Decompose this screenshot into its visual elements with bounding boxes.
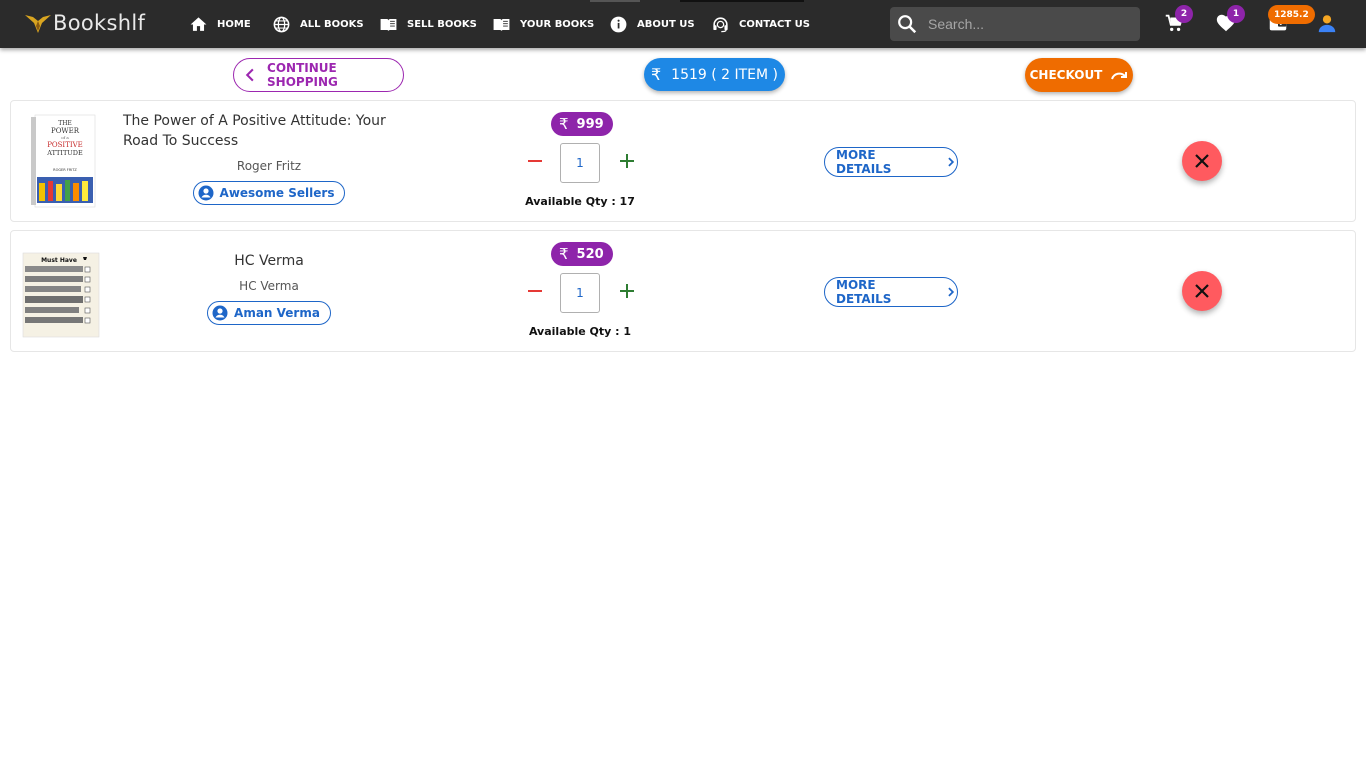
cover-text: Must Have — [41, 257, 77, 264]
remove-item-button[interactable] — [1182, 271, 1222, 311]
book-cover-image[interactable]: Must Have — [21, 241, 101, 341]
nav-divider — [590, 0, 640, 2]
top-navbar: Bookshlf HOME ALL BOOKS SELL BOOKS YOUR … — [0, 0, 1366, 48]
quantity-input[interactable] — [560, 143, 600, 183]
nav-sell-books[interactable]: SELL BOOKS — [379, 14, 477, 34]
nav-divider — [680, 0, 804, 2]
chevron-right-icon — [948, 157, 955, 167]
book-open-icon — [380, 18, 397, 31]
close-icon — [1195, 154, 1209, 168]
cart-item: THE POWER of a POSITIVE ATTITUDE ROGER F… — [10, 100, 1356, 222]
cover-text: ATTITUDE — [46, 149, 83, 157]
nav-your-books-label: YOUR BOOKS — [520, 18, 595, 30]
book-title[interactable]: HC Verma — [123, 251, 415, 271]
close-icon — [1195, 284, 1209, 298]
book-author: Roger Fritz — [236, 159, 302, 173]
info-icon — [610, 16, 627, 32]
cart-item: Must Have HC Verma HC Verma Aman Verma ₹… — [10, 230, 1356, 352]
book-open-icon — [493, 18, 510, 31]
search-bar — [890, 7, 1140, 41]
nav-about-us[interactable]: ABOUT US — [609, 14, 695, 34]
book-title[interactable]: The Power of A Positive Attitude: Your R… — [123, 111, 415, 151]
home-icon — [190, 16, 207, 31]
cart-total-label: 1519 ( 2 ITEM ) — [671, 66, 779, 83]
checkout-label: CHECKOUT — [1029, 68, 1103, 82]
quantity-input[interactable] — [560, 273, 600, 313]
account-circle-icon — [212, 305, 228, 321]
continue-shopping-label: CONTINUE SHOPPING — [267, 61, 338, 89]
chevron-left-icon — [245, 68, 254, 82]
item-info: HC Verma HC Verma Aman Verma — [123, 251, 415, 326]
cover-text: POSITIVE — [47, 141, 83, 149]
cover-text: ROGER FRITZ — [53, 168, 77, 172]
support-agent-icon — [713, 16, 728, 32]
nav-home-label: HOME — [217, 18, 251, 30]
eagle-logo-icon — [25, 15, 51, 33]
nav-home[interactable]: HOME — [189, 14, 251, 34]
wishlist-count-badge: 1 — [1227, 5, 1245, 23]
book-author: HC Verma — [239, 279, 299, 293]
nav-contact-us[interactable]: CONTACT US — [711, 14, 810, 34]
nav-sell-books-label: SELL BOOKS — [407, 18, 477, 30]
globe-icon — [273, 16, 290, 32]
price-value: 520 — [576, 246, 604, 262]
seller-name: Awesome Sellers — [219, 186, 335, 200]
price-badge: ₹ 999 — [551, 112, 613, 136]
wallet-balance-badge: 1285.2 — [1268, 5, 1315, 24]
rupee-icon: ₹ — [650, 65, 662, 84]
available-qty: Available Qty : 17 — [525, 195, 635, 208]
increase-qty-button[interactable] — [617, 281, 637, 301]
nav-about-us-label: ABOUT US — [637, 18, 695, 30]
increase-qty-button[interactable] — [617, 151, 637, 171]
cart-total-pill: ₹ 1519 ( 2 ITEM ) — [644, 58, 785, 91]
nav-contact-us-label: CONTACT US — [739, 18, 810, 30]
user-avatar-icon — [1318, 15, 1336, 33]
cover-text: of a — [61, 135, 69, 140]
search-icon — [898, 15, 917, 34]
redo-arrow-icon — [1111, 72, 1128, 80]
more-details-label: MORE DETAILS — [836, 278, 892, 306]
brand-name: Bookshlf — [53, 11, 146, 35]
nav-your-books[interactable]: YOUR BOOKS — [492, 14, 594, 34]
cover-text: THE — [58, 120, 72, 127]
seller-chip[interactable]: Aman Verma — [207, 301, 331, 325]
book-cover-image[interactable]: THE POWER of a POSITIVE ATTITUDE ROGER F… — [21, 111, 101, 211]
available-qty: Available Qty : 1 — [528, 325, 632, 338]
price-badge: ₹ 520 — [551, 242, 613, 266]
search-input[interactable] — [928, 16, 1128, 32]
cart-count-badge: 2 — [1175, 5, 1193, 23]
rupee-icon: ₹ — [559, 115, 569, 133]
brand-logo[interactable]: Bookshlf — [24, 9, 145, 37]
continue-shopping-button[interactable]: CONTINUE SHOPPING — [233, 58, 404, 92]
checkout-button[interactable]: CHECKOUT — [1025, 58, 1133, 92]
more-details-label: MORE DETAILS — [836, 148, 892, 176]
item-info: The Power of A Positive Attitude: Your R… — [123, 111, 415, 206]
decrease-qty-button[interactable] — [525, 151, 545, 171]
profile-button[interactable] — [1316, 12, 1340, 36]
account-circle-icon — [198, 185, 214, 201]
nav-all-books[interactable]: ALL BOOKS — [272, 14, 364, 34]
nav-all-books-label: ALL BOOKS — [300, 18, 364, 30]
rupee-icon: ₹ — [559, 245, 569, 263]
cover-text: POWER — [51, 127, 80, 135]
price-value: 999 — [576, 116, 604, 132]
more-details-button[interactable]: MORE DETAILS — [824, 147, 958, 177]
decrease-qty-button[interactable] — [525, 281, 545, 301]
seller-chip[interactable]: Awesome Sellers — [192, 181, 346, 205]
seller-name: Aman Verma — [234, 306, 320, 320]
chevron-right-icon — [948, 287, 955, 297]
remove-item-button[interactable] — [1182, 141, 1222, 181]
more-details-button[interactable]: MORE DETAILS — [824, 277, 958, 307]
